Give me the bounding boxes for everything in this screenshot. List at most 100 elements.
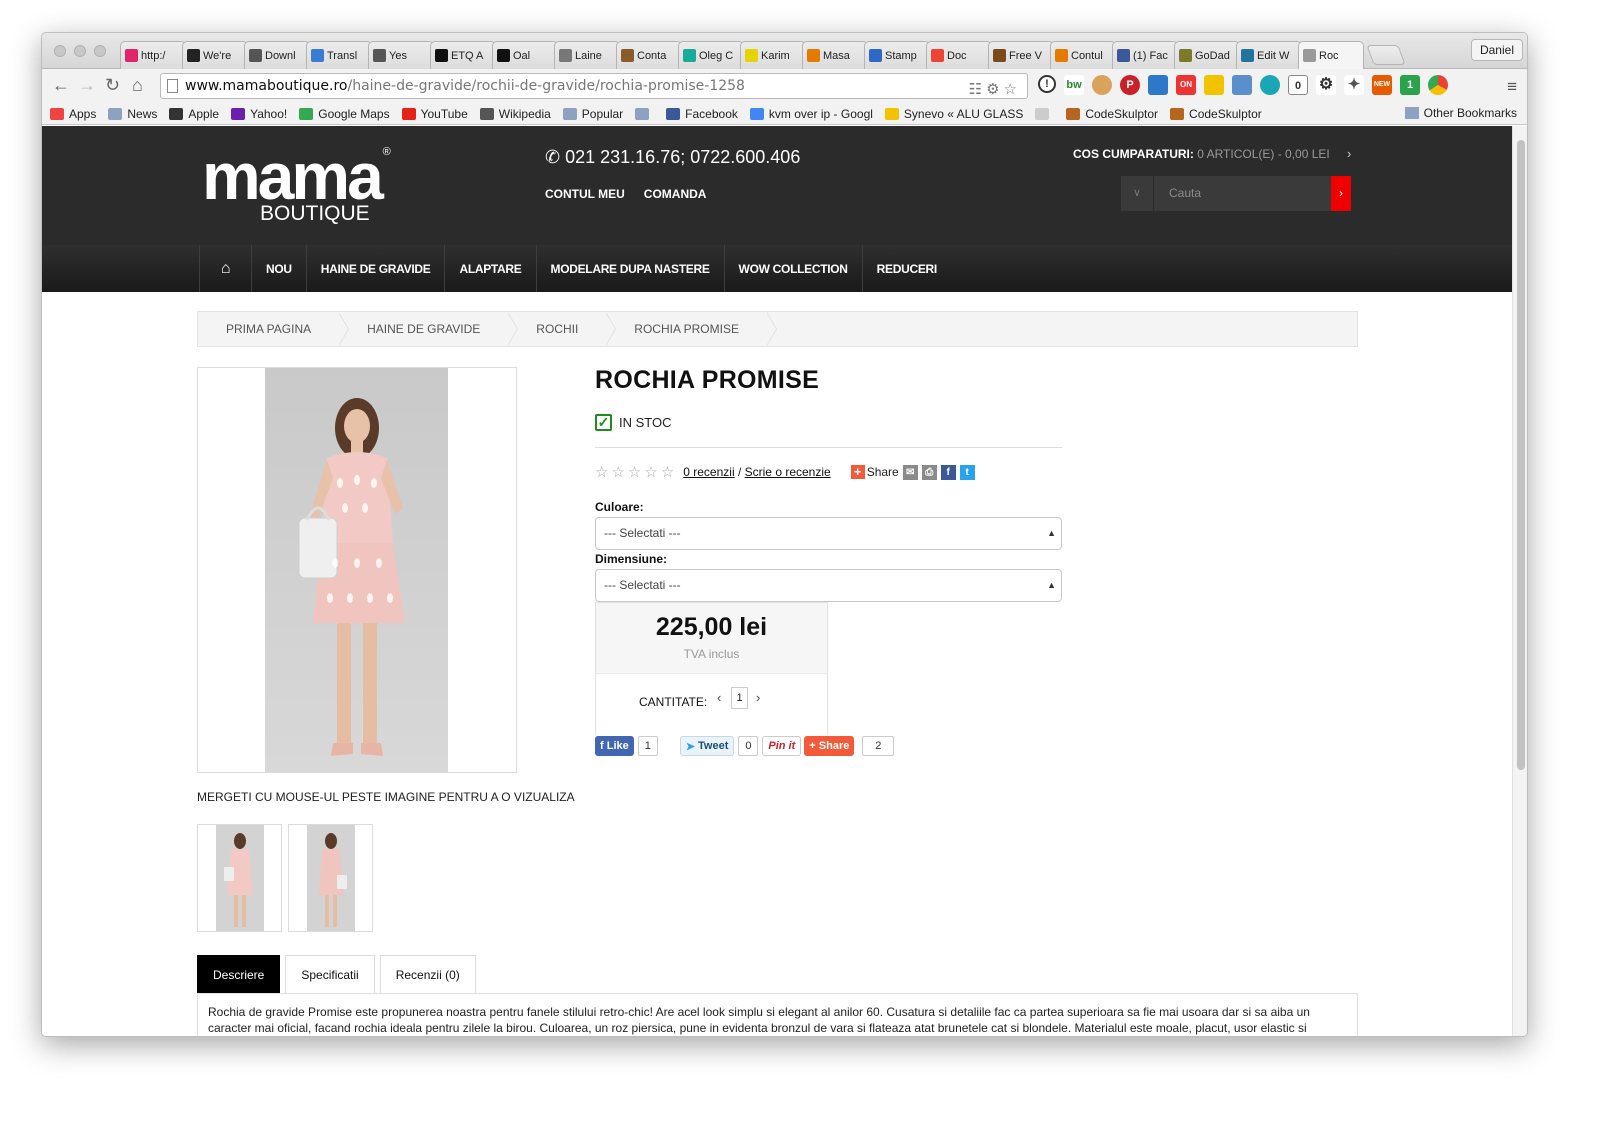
browser-tab[interactable]: Yes [368, 41, 434, 69]
nav-item-haine-de-gravide[interactable]: HAINE DE GRAVIDE [305, 245, 445, 292]
browser-tab[interactable]: Roc [1298, 41, 1364, 69]
new-tab-button[interactable] [1366, 45, 1406, 65]
search-input[interactable]: Cauta [1169, 186, 1201, 200]
bookmark-item[interactable]: Apple [169, 107, 219, 121]
bookmark-item[interactable] [1035, 107, 1054, 120]
gear-icon[interactable]: ⚙ [1316, 75, 1336, 95]
breadcrumb-category[interactable]: HAINE DE GRAVIDE [339, 312, 519, 346]
my-account-link[interactable]: CONTUL MEU [545, 187, 625, 201]
green-extension-icon[interactable]: 1 [1400, 75, 1420, 95]
browser-tab[interactable]: Oal [492, 41, 558, 69]
bookmark-item[interactable]: CodeSkulptor [1066, 107, 1158, 121]
on-extension-icon[interactable]: ON [1176, 75, 1196, 95]
reviews-link[interactable]: 0 recenzii [683, 465, 734, 479]
write-review-link[interactable]: Scrie o recenzie [745, 465, 831, 479]
size-select[interactable]: --- Selectati --- ▲ [595, 569, 1062, 602]
browser-tab[interactable]: GoDad [1174, 41, 1240, 69]
nav-item-reduceri[interactable]: REDUCERI [861, 245, 951, 292]
browser-tab[interactable]: Oleg C [678, 41, 744, 69]
browser-tab[interactable]: Masa [802, 41, 868, 69]
share-link[interactable]: Share [867, 465, 899, 479]
facebook-like-button[interactable]: f Like [595, 736, 634, 756]
counter-extension-icon[interactable]: 0 [1288, 75, 1308, 95]
vertical-scrollbar[interactable] [1512, 126, 1527, 1036]
bookmark-item[interactable]: Yahoo! [231, 107, 287, 121]
twitter-icon[interactable]: t [959, 464, 975, 480]
bookmark-item[interactable]: News [108, 107, 157, 121]
search-button[interactable]: › [1331, 176, 1351, 211]
bookmark-star-icon[interactable]: ☷⚙☆ [969, 77, 1021, 98]
browser-tab[interactable]: Edit W [1236, 41, 1302, 69]
forward-arrow-icon[interactable]: → [78, 76, 96, 94]
browser-tab[interactable]: Contul [1050, 41, 1116, 69]
browser-tab[interactable]: (1) Fac [1112, 41, 1178, 69]
site-logo[interactable]: mama BOUTIQUE ® [202, 143, 391, 225]
breadcrumb-subcategory[interactable]: ROCHII [508, 312, 617, 346]
browser-tab[interactable]: Conta [616, 41, 682, 69]
menu-icon[interactable]: ≡ [1507, 77, 1517, 97]
cart-chevron-icon[interactable]: › [1347, 146, 1351, 161]
thumbnail-2[interactable] [288, 824, 373, 932]
back-arrow-icon[interactable]: ← [52, 76, 70, 94]
nav-home-icon[interactable]: ⌂ [199, 245, 251, 292]
browser-tab[interactable]: Downl [244, 41, 310, 69]
quantity-increase-icon[interactable]: › [756, 690, 760, 705]
cookie-icon[interactable] [1092, 75, 1112, 95]
breadcrumb-home[interactable]: PRIMA PAGINA [198, 312, 350, 346]
nav-item-wow-collection[interactable]: WOW COLLECTION [723, 245, 862, 292]
bookmark-item[interactable]: Synevo « ALU GLASS [884, 107, 1023, 121]
minimize-window-button[interactable] [74, 45, 86, 57]
scrollbar-thumb[interactable] [1517, 140, 1525, 770]
tab-descriere[interactable]: Descriere [197, 955, 281, 993]
thumbnail-1[interactable] [197, 824, 282, 932]
color-select[interactable]: --- Selectati --- ▲ [595, 517, 1062, 550]
new-extension-icon[interactable]: NEW [1372, 75, 1392, 95]
share-button[interactable]: + Share [804, 736, 855, 756]
zoom-window-button[interactable] [94, 45, 106, 57]
bookmark-item[interactable]: Apps [50, 107, 96, 121]
folder-extension-icon[interactable] [1232, 75, 1252, 95]
browser-tab[interactable]: Doc [926, 41, 992, 69]
close-window-button[interactable] [54, 45, 66, 57]
tab-recenzii[interactable]: Recenzii (0) [379, 955, 476, 993]
address-bar[interactable]: www.mamaboutique.ro/haine-de-gravide/roc… [160, 73, 1028, 99]
other-bookmarks[interactable]: Other Bookmarks [1404, 106, 1517, 120]
info-icon[interactable]: ! [1038, 75, 1056, 93]
print-icon[interactable]: ⎙ [921, 464, 937, 480]
bookmark-item[interactable]: YouTube [401, 107, 468, 121]
email-icon[interactable]: ✉ [902, 464, 918, 480]
facebook-icon[interactable]: f [940, 464, 956, 480]
puzzle-icon[interactable]: ✦ [1344, 75, 1364, 95]
browser-tab[interactable]: ETQ A [430, 41, 496, 69]
browser-tab[interactable]: Free V [988, 41, 1054, 69]
home-icon[interactable]: ⌂ [132, 76, 143, 94]
product-main-image[interactable] [197, 367, 517, 773]
tab-specificatii[interactable]: Specificatii [285, 955, 375, 993]
refresh-extension-icon[interactable] [1260, 75, 1280, 95]
profile-button[interactable]: Daniel [1470, 39, 1523, 61]
search-category-dropdown[interactable]: ∨ [1121, 176, 1154, 211]
browser-tab[interactable]: Stamp [864, 41, 930, 69]
bookmark-item[interactable] [635, 107, 654, 120]
order-link[interactable]: COMANDA [644, 187, 707, 201]
browser-tab[interactable]: Transl [306, 41, 372, 69]
nav-item-modelare[interactable]: MODELARE DUPA NASTERE [535, 245, 724, 292]
nav-item-alaptare[interactable]: ALAPTARE [444, 245, 535, 292]
bookmark-item[interactable]: Google Maps [299, 107, 390, 121]
delicious-icon[interactable] [1148, 75, 1168, 95]
share-plus-icon[interactable]: + [850, 465, 865, 479]
quantity-input[interactable]: 1 [731, 687, 748, 709]
bookmark-item[interactable]: CodeSkulptor [1170, 107, 1262, 121]
bookmark-item[interactable]: Wikipedia [479, 107, 551, 121]
quantity-decrease-icon[interactable]: ‹ [717, 690, 721, 705]
browser-tab[interactable]: Laine [554, 41, 620, 69]
pin-it-button[interactable]: Pin it [762, 736, 802, 756]
nav-item-nou[interactable]: NOU [251, 245, 306, 292]
tweet-button[interactable]: ➤ Tweet [679, 736, 735, 756]
pinterest-icon[interactable]: P [1120, 75, 1140, 95]
bookmark-item[interactable]: Facebook [666, 107, 738, 121]
cart-summary[interactable]: COS CUMPARATURI: 0 ARTICOL(E) - 0,00 LEI [1073, 147, 1330, 161]
reload-icon[interactable]: ↻ [105, 76, 120, 94]
browser-tab[interactable]: Karim [740, 41, 806, 69]
bulb-icon[interactable] [1204, 75, 1224, 95]
